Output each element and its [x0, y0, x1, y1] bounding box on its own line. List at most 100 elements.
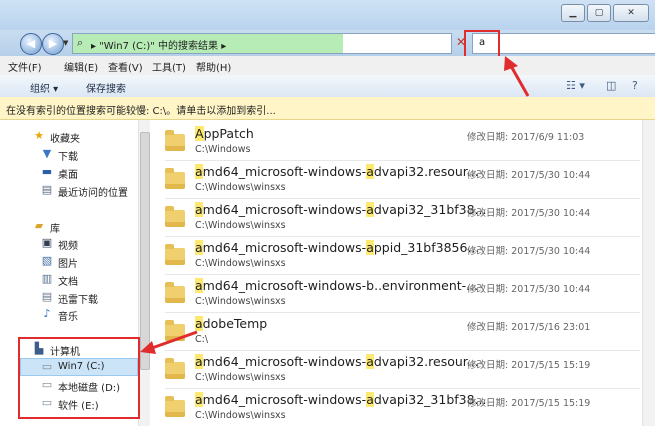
address-bar[interactable]: ⌕ ▸ "Win7 (C:)" 中的搜索结果 ▸ ▼ [72, 33, 517, 54]
result-name: amd64_microsoft-windows-advapi32.resour.… [195, 354, 479, 369]
result-name: AppPatch [195, 126, 254, 141]
result-path: C:\Windows\winsxs [195, 258, 286, 269]
caption-buttons: ▁ ▢ ✕ [559, 4, 649, 22]
menu-view[interactable]: 查看(V) [108, 59, 143, 74]
back-button[interactable]: ◀ [20, 33, 42, 55]
navigation-row: ◀ ▶ ▼ ⌕ ▸ "Win7 (C:)" 中的搜索结果 ▸ ▼ ✕ a [0, 30, 655, 56]
menu-edit[interactable]: 编辑(E) [64, 59, 98, 74]
info-bar-text[interactable]: 在没有索引的位置搜索可能较慢: C:\。请单击以添加到索引... [6, 102, 276, 117]
match-highlight: a [366, 240, 374, 255]
view-options-icon[interactable]: ☷ ▾ [566, 79, 585, 92]
match-highlight: A [195, 126, 204, 141]
result-item[interactable]: adobeTemp C:\ 修改日期: 2017/5/16 23:01 [165, 314, 640, 351]
search-annotation-box [464, 30, 500, 58]
folder-icon [165, 320, 185, 341]
library-icon: ▰ [34, 219, 44, 232]
video-icon: ▣ [41, 236, 53, 249]
match-highlight: a [195, 202, 203, 217]
xunlei-folder-icon: ▤ [41, 290, 53, 303]
folder-icon [165, 130, 185, 151]
result-date: 修改日期: 2017/5/30 10:44 [467, 243, 590, 257]
search-location-icon: ⌕ [77, 36, 84, 49]
folder-icon [165, 244, 185, 265]
title-bar: ▁ ▢ ✕ [0, 0, 655, 30]
nav-pane-scroll-thumb[interactable] [140, 132, 150, 370]
help-icon[interactable]: ? [632, 79, 638, 92]
minimize-icon[interactable]: ▁ [561, 4, 585, 22]
date-value: 2017/5/30 10:44 [511, 170, 591, 181]
menu-tools[interactable]: 工具(T) [152, 59, 186, 74]
download-folder-icon: ▼ [42, 147, 52, 160]
result-name: amd64_microsoft-windows-appid_31bf3856..… [195, 240, 479, 255]
result-date: 修改日期: 2017/5/15 15:19 [467, 357, 590, 371]
result-date: 修改日期: 2017/5/15 15:19 [467, 395, 590, 409]
save-search-button[interactable]: 保存搜索 [86, 80, 126, 95]
result-item[interactable]: amd64_microsoft-windows-b..environment-.… [165, 276, 640, 313]
match-highlight: a [195, 240, 203, 255]
address-breadcrumb[interactable]: ▸ "Win7 (C:)" 中的搜索结果 ▸ [91, 37, 226, 52]
result-date: 修改日期: 2017/5/30 10:44 [467, 205, 590, 219]
result-name: adobeTemp [195, 316, 267, 331]
date-label: 修改日期: [467, 284, 509, 295]
menu-help[interactable]: 帮助(H) [196, 59, 231, 74]
result-path: C:\Windows\winsxs [195, 220, 286, 231]
music-icon: ♪ [43, 307, 51, 320]
match-highlight: a [195, 164, 203, 179]
result-item[interactable]: amd64_microsoft-windows-appid_31bf3856..… [165, 238, 640, 275]
match-highlight: a [195, 354, 203, 369]
folder-icon [165, 168, 185, 189]
date-label: 修改日期: [467, 246, 509, 257]
folder-icon [165, 206, 185, 227]
match-highlight: a [366, 354, 374, 369]
result-name: amd64_microsoft-windows-b..environment-.… [195, 278, 478, 293]
date-value: 2017/5/30 10:44 [511, 208, 591, 219]
date-value: 2017/6/9 11:03 [511, 132, 585, 143]
result-item[interactable]: amd64_microsoft-windows-advapi32_31bf38.… [165, 200, 640, 237]
close-icon[interactable]: ✕ [613, 4, 649, 22]
computer-annotation-box [18, 337, 140, 419]
result-date: 修改日期: 2017/5/30 10:44 [467, 167, 590, 181]
result-name-rest: dobeTemp [202, 316, 268, 331]
match-highlight: a [366, 392, 374, 407]
result-item[interactable]: AppPatch C:\Windows 修改日期: 2017/6/9 11:03 [165, 124, 640, 161]
star-icon: ★ [34, 129, 44, 142]
menu-file[interactable]: 文件(F) [8, 59, 42, 74]
date-value: 2017/5/30 10:44 [511, 246, 591, 257]
date-label: 修改日期: [467, 170, 509, 181]
date-label: 修改日期: [467, 208, 509, 219]
result-item[interactable]: amd64_microsoft-windows-advapi32_31bf38.… [165, 390, 640, 426]
result-name: amd64_microsoft-windows-advapi32.resour.… [195, 164, 479, 179]
organize-button[interactable]: 组织 ▾ [30, 80, 58, 95]
desktop-icon: ▬ [41, 165, 53, 178]
match-highlight: a [366, 164, 374, 179]
history-dropdown-icon[interactable]: ▼ [63, 39, 68, 47]
maximize-icon[interactable]: ▢ [587, 4, 611, 22]
result-path: C:\Windows [195, 144, 251, 155]
documents-icon: ▥ [41, 272, 53, 285]
result-date: 修改日期: 2017/5/30 10:44 [467, 281, 590, 295]
recent-places-icon: ▤ [41, 183, 53, 196]
result-name-rest: md64_microsoft-windows-advapi32_31bf38..… [202, 392, 487, 407]
pictures-icon: ▧ [41, 254, 53, 267]
result-item[interactable]: amd64_microsoft-windows-advapi32.resour.… [165, 162, 640, 199]
result-name: amd64_microsoft-windows-advapi32_31bf38.… [195, 392, 486, 407]
index-info-bar[interactable]: 在没有索引的位置搜索可能较慢: C:\。请单击以添加到索引... [0, 97, 655, 120]
match-highlight: a [366, 202, 374, 217]
command-bar: 组织 ▾ 保存搜索 ☷ ▾ ◫ ? [0, 75, 655, 98]
search-results-list: AppPatch C:\Windows 修改日期: 2017/6/9 11:03… [150, 120, 642, 426]
forward-button[interactable]: ▶ [42, 33, 64, 55]
preview-pane-icon[interactable]: ◫ [606, 79, 616, 92]
result-date: 修改日期: 2017/5/16 23:01 [467, 319, 590, 333]
date-value: 2017/5/16 23:01 [511, 322, 591, 333]
result-name-rest: ppPatch [203, 126, 254, 141]
result-name-rest: md64_microsoft-windows-appid_31bf3856... [202, 240, 480, 255]
result-name-rest: md64_microsoft-windows-advapi32.resour..… [202, 354, 479, 369]
results-scrollbar[interactable] [642, 120, 655, 426]
date-label: 修改日期: [467, 398, 509, 409]
date-label: 修改日期: [467, 132, 509, 143]
result-path: C:\ [195, 334, 209, 345]
result-path: C:\Windows\winsxs [195, 372, 286, 383]
match-highlight: a [195, 392, 203, 407]
date-label: 修改日期: [467, 322, 509, 333]
result-item[interactable]: amd64_microsoft-windows-advapi32.resour.… [165, 352, 640, 389]
